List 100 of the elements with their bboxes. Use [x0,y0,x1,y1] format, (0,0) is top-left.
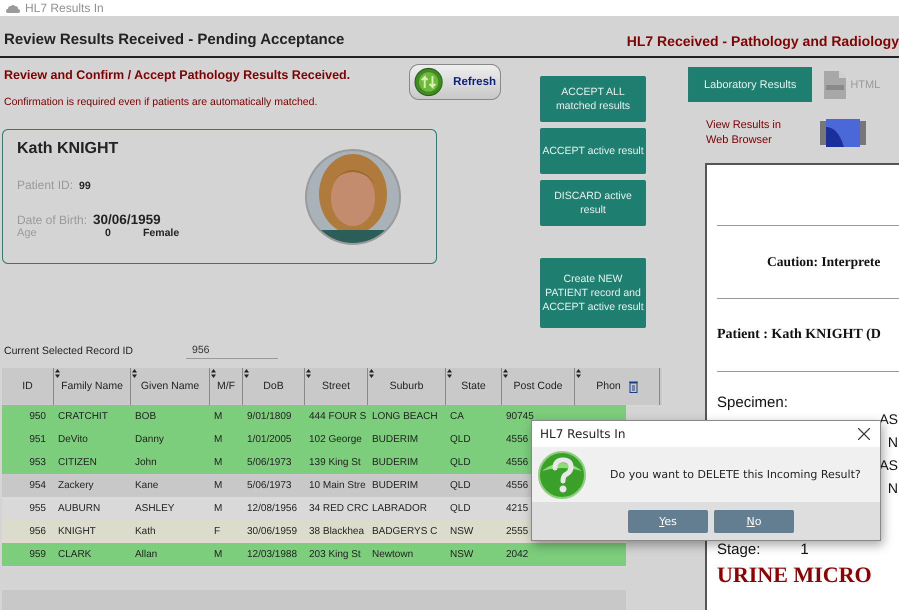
report-text: N [888,434,898,452]
table-row[interactable]: 959 CLARK Allan M 12/03/1988 203 King St Newtown NSW 2042 [2,543,626,566]
patient-name: Kath KNIGHT [17,140,120,158]
instruction-heading: Review and Confirm / Accept Pathology Results Received. [4,68,352,82]
table-cell-text: M [213,480,224,491]
table-cell-text: Allan [134,549,158,560]
table-cell-text: CA [449,411,465,422]
table-cell-text: 956 [28,526,47,537]
patient-id: 99 [79,180,91,192]
table-cell-text: NSW [449,526,474,537]
table-cell-text: QLD [449,503,472,514]
module-title: HL7 Received - Pathology and Radiology [626,32,899,49]
sort-icon [244,369,249,378]
sort-icon [306,369,311,378]
table-cell-text: M [213,411,224,422]
table-cell-text: AUBURN [57,503,102,514]
table-cell-text: KNIGHT [57,526,97,537]
table-cell-text: Zackery [57,480,95,491]
table-cell-text: 444 FOUR S [308,411,368,422]
age-label: Age [17,227,38,239]
dialog-title: HL7 Results In [540,427,626,441]
column-chooser-icon[interactable] [628,380,638,392]
table-cell-text: CITIZEN [57,457,98,468]
dob-value: 30/06/1959 [93,212,161,227]
table-cell-text: LABRADOR [371,503,428,514]
monitor-icon[interactable] [820,119,866,148]
dialog-button[interactable]: Yes [628,510,708,532]
table-row[interactable]: 950 CRATCHIT BOB M 9/01/1809 444 FOUR S LONG BEACH CA 90745 [2,405,626,428]
table-cell-text: 139 King St [308,457,362,468]
table-cell-text: 954 [28,480,47,491]
dob-label: Date of Birth: [17,213,88,227]
table-cell-text: 955 [28,503,47,514]
tab[interactable]: Laboratory Results [688,67,812,102]
table-cell-text: 38 Blackhea [308,526,366,537]
table-cell-text: BUDERIM [371,434,420,445]
patient-id-label: Patient ID: [17,178,74,192]
table-cell-text: 12/03/1988 [246,549,298,560]
table-cell-text: 90745 [505,411,535,422]
table-cell-text: Kath [134,526,157,537]
table-cell-text: F [213,526,222,537]
table-cell-text: ASHLEY [134,503,176,514]
table-cell-text: Danny [134,434,165,445]
sort-icon [55,369,60,378]
report-text: N [888,480,898,498]
table-cell-text: 5/06/1973 [246,457,292,468]
table-cell-text: 2042 [505,549,530,560]
table-cell-text: LONG BEACH [371,411,439,422]
refresh-button[interactable]: Refresh [409,64,501,100]
sort-icon [369,369,374,378]
record-id-label: Current Selected Record ID [3,345,134,357]
record-id-field[interactable]: 956 [186,344,278,358]
table-cell-text: 959 [28,549,47,560]
browser-link[interactable]: View Results in Web Browser [706,118,792,149]
sort-icon [576,369,581,378]
table-cell-text: 950 [28,411,47,422]
sort-icon [211,369,216,378]
table-cell-text: 4556 [505,434,530,445]
table-cell-text: BUDERIM [371,480,420,491]
table-cell-text: 2555 [505,526,530,537]
dialog-button[interactable]: No [714,510,794,532]
table-cell-text: Kane [134,480,160,491]
section-heading: URINE MICRO [716,560,873,588]
action-button[interactable]: ACCEPT active result [540,128,646,174]
caution-text: Caution: Interprete [766,252,882,271]
sort-icon [447,369,452,378]
table-cell-text: 102 George [308,434,363,445]
table-cell-text: QLD [449,434,472,445]
table-cell-text: 203 King St [308,549,362,560]
action-button[interactable]: ACCEPT ALL matched results [540,76,646,122]
table-cell-text: QLD [449,480,472,491]
action-button[interactable]: DISCARD active result [540,180,646,226]
table-cell-text: 9/01/1809 [246,411,292,422]
window-title: HL7 Results In [25,1,104,15]
table-cell-text: 4556 [505,457,530,468]
age-value: 0 [105,227,112,239]
table-cell-text: 10 Main Stre [308,480,367,491]
table-cell-text: 951 [28,434,47,445]
table-cell-text: NSW [449,549,474,560]
specimen-label: Specimen: [716,392,789,411]
table-cell-text: 30/06/1959 [246,526,298,537]
close-icon[interactable] [858,428,870,440]
table-cell-text: 1/01/2005 [246,434,292,445]
action-button[interactable]: Create NEW PATIENT record and ACCEPT active result [540,258,646,328]
table-cell-text: DeVito [57,434,89,445]
table-cell-text: BADGERYS C [371,526,438,537]
stage-value: 1 [800,540,809,558]
refresh-icon [414,67,444,97]
table-cell-text: CLARK [57,549,92,560]
table-cell-text: 5/06/1973 [246,480,292,491]
table-cell-text: John [134,457,158,468]
table-cell-text: CRATCHIT [57,411,109,422]
sort-icon [132,369,137,378]
sort-icon [503,369,508,378]
table-cell-text: M [213,434,224,445]
table-cell-text: M [213,457,224,468]
table-cell-text: 4215 [505,503,530,514]
table-cell-text: QLD [449,457,472,468]
table-cell-text: BOB [134,411,158,422]
table-cell-text: M [213,549,224,560]
table-cell-text: M [213,503,224,514]
